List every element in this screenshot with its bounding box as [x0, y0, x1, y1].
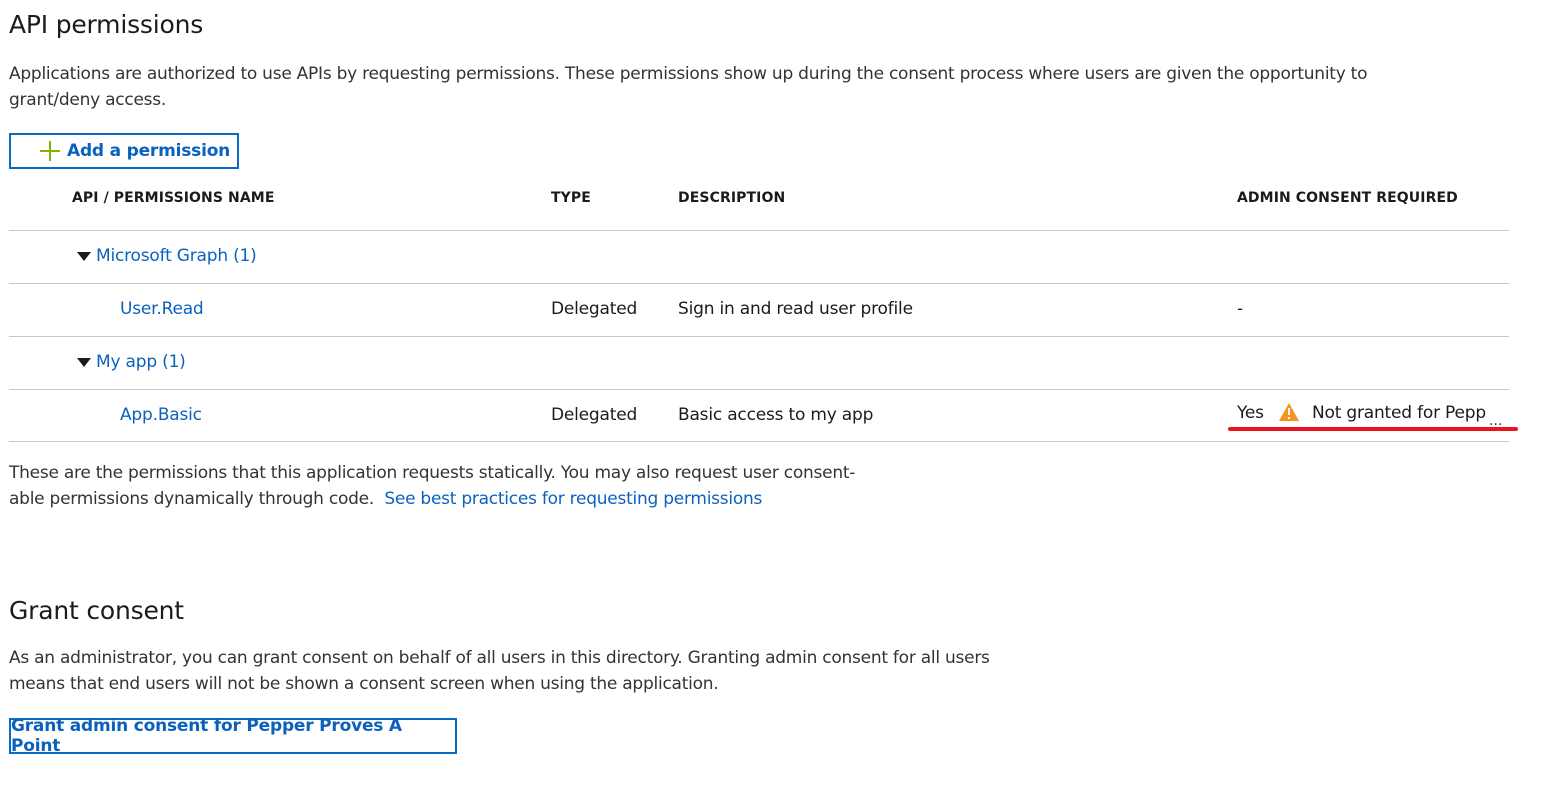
- group-row-microsoft-graph[interactable]: [77, 252, 91, 261]
- column-header-type: TYPE: [551, 190, 591, 206]
- grant-consent-text: As an administrator, you can grant conse…: [9, 648, 990, 694]
- permission-name-user-read[interactable]: User.Read: [120, 299, 204, 319]
- warning-icon: [1278, 402, 1300, 426]
- grant-consent-title: Grant consent: [9, 596, 184, 625]
- caret-down-icon[interactable]: [77, 358, 91, 367]
- plus-icon: [40, 141, 60, 161]
- best-practices-link[interactable]: See best practices for requesting permis…: [384, 489, 762, 509]
- column-header-admin-consent: ADMIN CONSENT REQUIRED: [1237, 190, 1458, 206]
- table-divider: [9, 230, 1509, 231]
- permission-type: Delegated: [551, 405, 638, 425]
- intro-text: Applications are authorized to use APIs …: [9, 64, 1368, 110]
- grant-admin-consent-button[interactable]: Grant admin consent for Pepper Proves A …: [9, 716, 457, 756]
- permission-description: Basic access to my app: [678, 405, 874, 425]
- group-name-microsoft-graph[interactable]: Microsoft Graph (1): [96, 246, 257, 266]
- group-name-my-app[interactable]: My app (1): [96, 352, 186, 372]
- table-divider: [9, 336, 1509, 337]
- column-header-name: API / PERMISSIONS NAME: [72, 190, 275, 206]
- admin-consent-value: -: [1237, 299, 1243, 319]
- permission-description: Sign in and read user profile: [678, 299, 913, 319]
- footnote: These are the permissions that this appl…: [9, 460, 889, 512]
- highlight-underline: [1228, 427, 1518, 431]
- page-title: API permissions: [9, 10, 204, 39]
- caret-down-icon[interactable]: [77, 252, 91, 261]
- permission-type: Delegated: [551, 299, 638, 319]
- table-divider: [9, 283, 1509, 284]
- consent-status-text: Not granted for Pepp: [1312, 403, 1486, 423]
- add-permission-label: Add a permission: [67, 141, 231, 161]
- group-row-my-app[interactable]: [77, 358, 91, 367]
- add-permission-button[interactable]: Add a permission: [9, 133, 239, 169]
- table-divider: [9, 441, 1509, 442]
- column-header-description: DESCRIPTION: [678, 190, 786, 206]
- permission-name-app-basic[interactable]: App.Basic: [120, 405, 202, 425]
- admin-consent-value: Yes: [1237, 403, 1264, 423]
- table-divider: [9, 389, 1509, 390]
- grant-admin-consent-label: Grant admin consent for Pepper Proves A …: [11, 716, 402, 756]
